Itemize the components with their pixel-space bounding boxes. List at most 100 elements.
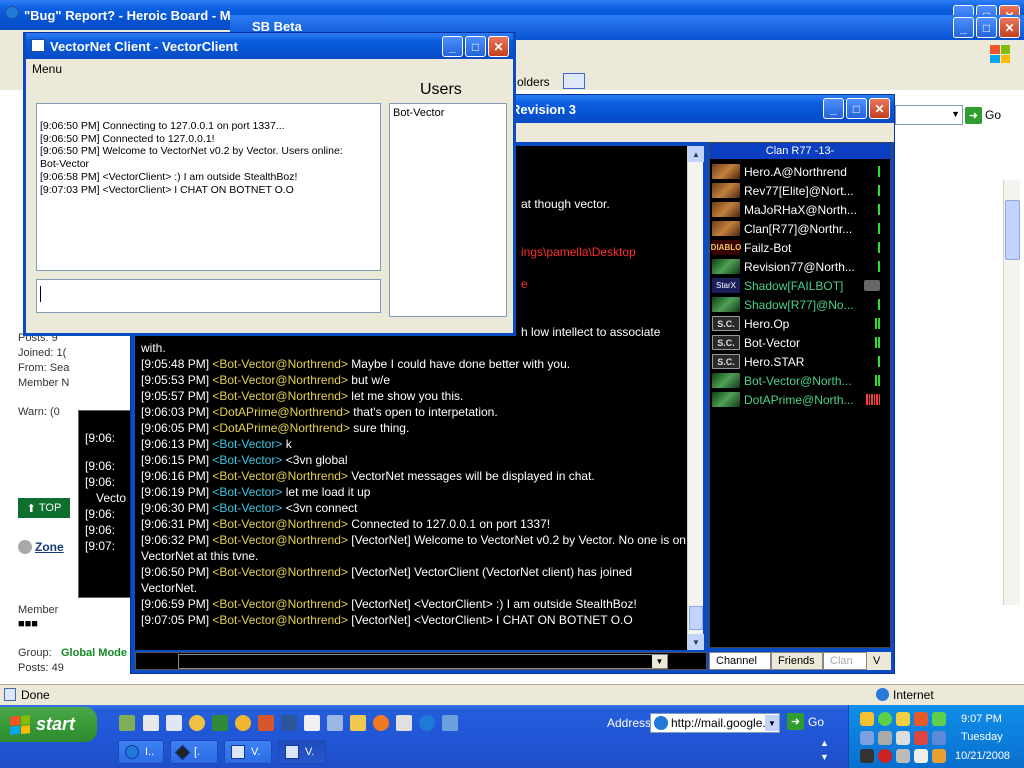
chat-input-area[interactable]: ▼ [135, 652, 707, 670]
pen-icon[interactable] [396, 715, 412, 731]
maximize-icon[interactable]: □ [465, 36, 486, 57]
page-scrollbar[interactable] [1003, 180, 1020, 605]
vectornet-log[interactable]: [9:06:50 PM] Connecting to 127.0.0.1 on … [36, 103, 381, 271]
folders-button-label[interactable]: olders [517, 75, 550, 89]
shield-icon[interactable] [860, 712, 874, 726]
chat-username: <Bot-Vector> [212, 453, 286, 467]
network-icon[interactable] [932, 712, 946, 726]
taskbar-button-app[interactable]: [. [170, 740, 218, 764]
browser-go-button[interactable]: ➜ Go [965, 105, 1015, 125]
tray-app-icon[interactable] [878, 749, 892, 763]
media-player-icon[interactable] [373, 715, 389, 731]
channel-user-row[interactable]: MaJoRHaX@North... [712, 200, 888, 219]
taskbar-scroll-up-icon[interactable]: ▲ [820, 738, 829, 748]
tray-app-icon[interactable] [860, 731, 874, 745]
channel-user-row[interactable]: DotAPrime@North... [712, 390, 888, 409]
tray-app-icon[interactable] [932, 749, 946, 763]
clock-icon[interactable] [189, 715, 205, 731]
taskbar-scroll-down-icon[interactable]: ▼ [820, 752, 829, 762]
tray-app-icon[interactable] [914, 749, 928, 763]
gear-icon[interactable] [327, 715, 343, 731]
chevron-down-icon[interactable]: ▼ [765, 715, 779, 731]
tray-app-icon[interactable] [914, 731, 928, 745]
channel-list[interactable]: Clan R77 -13- Hero.A@Northrend Rev77[Elit… [709, 142, 891, 648]
tray-app-icon[interactable] [896, 749, 910, 763]
chat-input[interactable]: ▼ [178, 654, 668, 669]
taskbar-button-ie[interactable]: I.. [118, 740, 164, 764]
channel-user-row[interactable]: Revision77@North... [712, 257, 888, 276]
taskbar-button-vectornet[interactable]: V. [224, 740, 272, 764]
vectornet-input[interactable] [36, 279, 381, 313]
views-icon[interactable] [563, 73, 585, 89]
tray-app-icon[interactable] [860, 749, 874, 763]
chat-message: <3vn global [285, 453, 348, 467]
ie-icon[interactable] [419, 715, 435, 731]
vectornet-title-bar[interactable]: VectorNet Client - VectorClient _ □ ✕ [26, 33, 513, 59]
channel-user-row[interactable]: S.C. Hero.STAR [712, 352, 888, 371]
minimize-icon[interactable]: _ [953, 17, 974, 38]
quicklaunch-icon[interactable] [119, 715, 135, 731]
close-icon[interactable]: ✕ [999, 17, 1020, 38]
notepad-icon[interactable] [143, 715, 159, 731]
channel-user-row[interactable]: StarX Shadow[FAILBOT] [712, 276, 888, 295]
scroll-down-icon[interactable]: ▼ [688, 634, 704, 650]
channel-username: Rev77[Elite]@Nort... [744, 183, 854, 198]
channel-user-row[interactable]: S.C. Bot-Vector [712, 333, 888, 352]
channel-user-row[interactable]: Rev77[Elite]@Nort... [712, 181, 888, 200]
close-icon[interactable]: ✕ [488, 36, 509, 57]
address-go-button[interactable]: ➜ Go [787, 713, 824, 730]
start-button[interactable]: start [0, 707, 97, 742]
chat-line: [9:06:50 PM] <Bot-Vector@Northrend> [Vec… [141, 564, 689, 596]
scroll-up-icon[interactable]: ▲ [688, 146, 704, 162]
word-icon[interactable] [281, 715, 297, 731]
text-caret [40, 286, 41, 302]
timer-icon[interactable] [235, 715, 251, 731]
document-icon[interactable] [166, 715, 182, 731]
menu-item[interactable]: Menu [32, 62, 62, 76]
top-button[interactable]: ⬆ TOP [18, 498, 70, 518]
network-icon[interactable] [442, 715, 458, 731]
tab-channel[interactable]: Channel [709, 652, 771, 670]
channel-user-row[interactable]: Hero.A@Northrend [712, 162, 888, 181]
channel-user-row[interactable]: Bot-Vector@North... [712, 371, 888, 390]
tab-friends[interactable]: Friends [771, 652, 823, 670]
channel-user-row[interactable]: Shadow[R77]@No... [712, 295, 888, 314]
channel-username: Bot-Vector [744, 335, 801, 350]
users-label: Users [420, 81, 462, 98]
tab-clan[interactable]: Clan [823, 652, 867, 670]
chat-timestamp: [9:06:13 PM] [141, 437, 213, 451]
clock-time[interactable]: 9:07 PM [961, 713, 1002, 725]
maximize-icon[interactable]: □ [976, 17, 997, 38]
paint-icon[interactable] [304, 715, 320, 731]
address-input[interactable]: http://mail.google. ▼ [650, 713, 780, 733]
chat-line: [9:06:13 PM] <Bot-Vector> k [141, 436, 689, 452]
address-dropdown[interactable]: ▼ [895, 105, 963, 125]
background-chat-strip: [9:06: [9:06: [9:06: Vecto [9:06: [9:06:… [78, 410, 136, 598]
excel-icon[interactable] [212, 715, 228, 731]
channel-user-row[interactable]: S.C. Hero.Op [712, 314, 888, 333]
minimize-icon[interactable]: _ [823, 98, 844, 119]
alert-icon[interactable] [914, 712, 928, 726]
minimize-icon[interactable]: _ [442, 36, 463, 57]
taskbar-button-vectornet-2[interactable]: V. [278, 740, 326, 764]
tray-app-icon[interactable] [932, 731, 946, 745]
check-icon[interactable] [878, 712, 892, 726]
maximize-icon[interactable]: □ [846, 98, 867, 119]
tray-app-icon[interactable] [878, 731, 892, 745]
scroll-thumb[interactable] [689, 606, 703, 630]
chevron-down-icon[interactable]: ▼ [652, 655, 667, 668]
close-icon[interactable]: ✕ [869, 98, 890, 119]
warning-icon[interactable] [896, 712, 910, 726]
channel-user-row[interactable]: DIABLO Failz-Bot [711, 238, 888, 257]
chat-scrollbar[interactable]: ▲ ▼ [687, 146, 704, 650]
forum-warn[interactable]: Warn: (0 [18, 406, 60, 418]
tab-v[interactable]: V [867, 652, 889, 670]
folder-icon[interactable] [350, 715, 366, 731]
vectornet-user-list[interactable]: Bot-Vector [389, 103, 507, 317]
channel-user-row[interactable]: Clan[R77]@Northr... [712, 219, 888, 238]
vectornet-user[interactable]: Bot-Vector [393, 107, 503, 119]
office-icon[interactable] [258, 715, 274, 731]
chat-timestamp: [9:06:59 PM] [141, 597, 213, 611]
forum-username[interactable]: Zone [35, 540, 64, 554]
tray-app-icon[interactable] [896, 731, 910, 745]
